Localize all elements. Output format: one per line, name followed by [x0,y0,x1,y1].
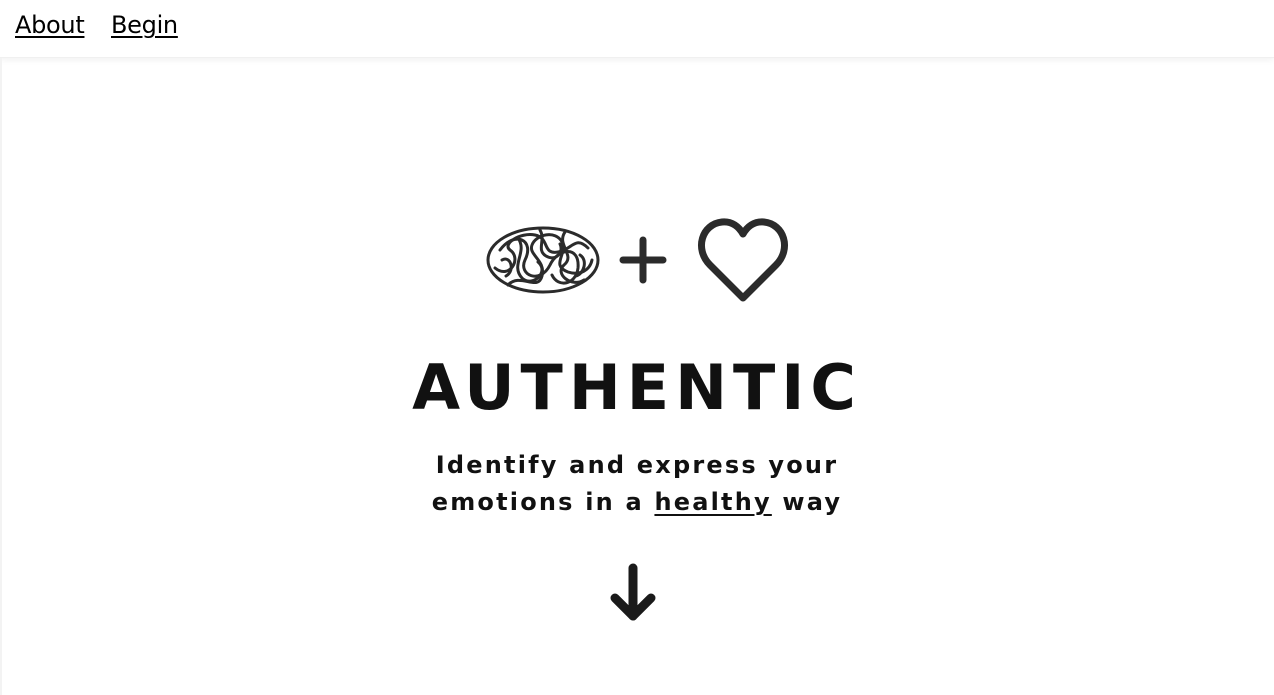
heart-icon [698,218,788,302]
hero-icon-group [480,210,800,310]
subtitle-line-1: Identify and express your [435,451,839,479]
subtitle-text-before: emotions in a [431,488,655,516]
nav-link-begin[interactable]: Begin [111,11,178,39]
hero-subtitle: Identify and express your emotions in a … [0,447,1274,521]
scroll-down-button[interactable] [605,560,661,626]
brain-icon [486,226,600,294]
nav-link-about[interactable]: About [15,11,85,39]
plus-icon [619,236,667,284]
top-navigation: About Begin [0,0,1274,58]
subtitle-highlight-healthy: healthy [654,488,772,516]
arrow-down-icon [610,563,656,621]
subtitle-line-2: emotions in a healthy way [0,484,1274,521]
hero-title: AUTHENTIC [412,351,862,424]
subtitle-text-after: way [771,488,843,516]
hero-icons-svg [486,218,788,302]
